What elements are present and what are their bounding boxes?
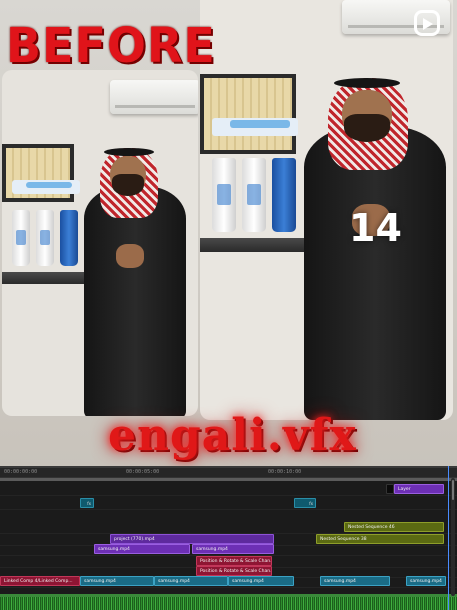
clip-nested-46[interactable]: Nested Sequence 46: [344, 522, 444, 532]
clip-project-770[interactable]: project (770).mp4: [110, 534, 274, 544]
ruler-timecode: 00:00:10:00: [268, 469, 302, 475]
clip-linked-comp[interactable]: Linked Comp 4/Linked Comp...: [0, 576, 80, 586]
fx-badge: fx: [309, 501, 313, 506]
audio-waveform-track[interactable]: [0, 594, 457, 610]
reel-play-icon[interactable]: [414, 10, 440, 36]
clip-black[interactable]: [386, 484, 394, 494]
ruler-timecode: 00:00:00:00: [4, 469, 38, 475]
fx-badge: fx: [87, 501, 91, 506]
brand-watermark: engali.vfx: [108, 410, 357, 461]
track-v6: fx fx: [0, 498, 457, 510]
clip-samsung[interactable]: samsung.mp4: [320, 576, 390, 586]
clip-position-scale[interactable]: Position & Rotate & Scale Chan...: [196, 556, 272, 566]
clip-samsung[interactable]: samsung.mp4: [406, 576, 446, 586]
clip-layer[interactable]: Layer: [394, 484, 444, 494]
after-clip-card: [200, 0, 453, 420]
water-filter: [8, 180, 84, 272]
air-conditioner: [110, 80, 198, 114]
track-v7: Layer: [0, 484, 457, 496]
editor-timeline[interactable]: 00:00:00:00 00:00:05:00 00:00:10:00 Laye…: [0, 466, 457, 610]
track-v5: Nested Sequence 46: [0, 522, 457, 534]
clip-fx[interactable]: fx: [80, 498, 94, 508]
clip-position-scale[interactable]: Position & Rotate & Scale Chan...: [196, 566, 272, 576]
clip-samsung[interactable]: samsung.mp4: [192, 544, 274, 554]
clip-fx[interactable]: fx: [294, 498, 316, 508]
clip-nested-38[interactable]: Nested Sequence 38: [316, 534, 444, 544]
clip-samsung[interactable]: samsung.mp4: [94, 544, 190, 554]
track-v1: Linked Comp 4/Linked Comp... samsung.mp4…: [0, 576, 457, 588]
frame-counter: 14: [349, 206, 402, 250]
scrollbar-thumb[interactable]: [452, 480, 454, 500]
time-ruler[interactable]: 00:00:00:00 00:00:05:00 00:00:10:00: [0, 468, 457, 478]
water-filter: [208, 118, 304, 238]
clip-samsung[interactable]: samsung.mp4: [154, 576, 228, 586]
clip-samsung[interactable]: samsung.mp4: [80, 576, 154, 586]
before-clip-card: [2, 70, 198, 416]
ruler-timecode: 00:00:05:00: [126, 469, 160, 475]
playhead[interactable]: [448, 466, 449, 610]
work-area-bar[interactable]: [0, 478, 457, 481]
presenter: [78, 148, 188, 416]
before-title: BEFORE: [6, 16, 216, 74]
clip-samsung[interactable]: samsung.mp4: [228, 576, 294, 586]
track-v3: samsung.mp4 samsung.mp4: [0, 544, 457, 556]
